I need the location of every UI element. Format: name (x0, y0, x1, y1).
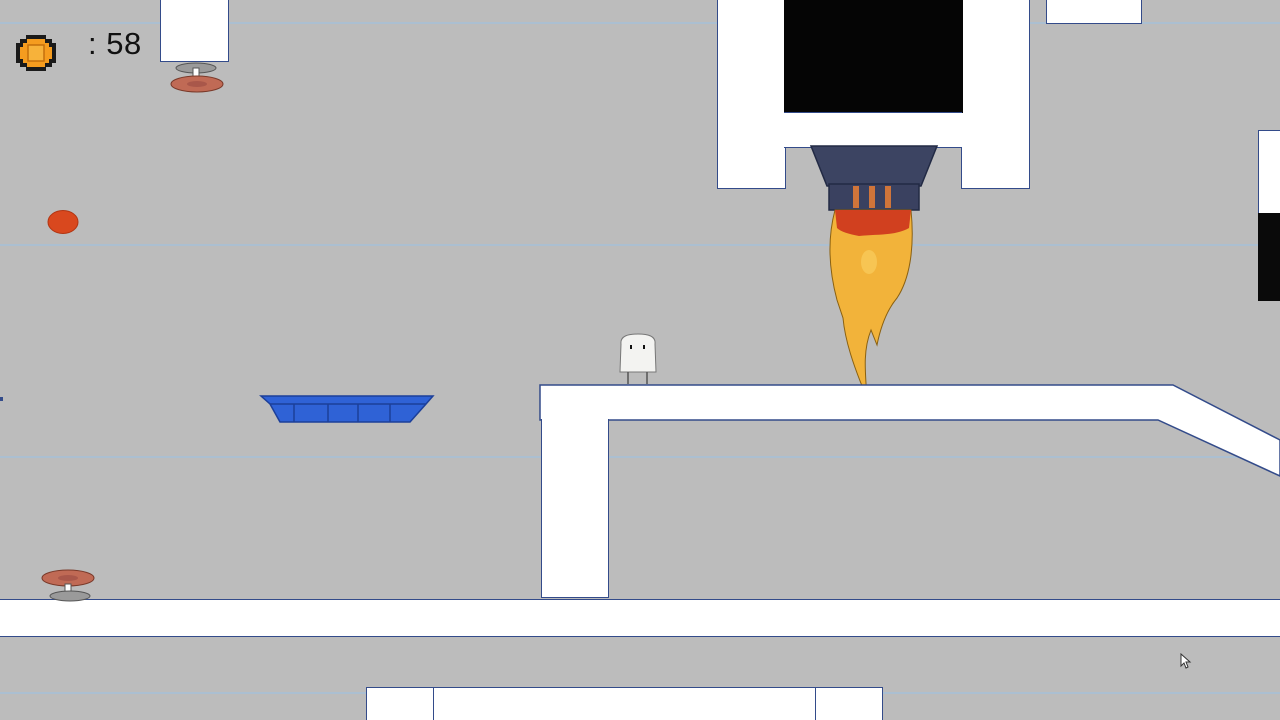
ceiling-block-right (1046, 0, 1142, 24)
support-pillar (541, 419, 609, 598)
mouse-pointer-icon (1180, 653, 1192, 669)
rocket-thruster-flame (809, 145, 939, 399)
ceiling-block (160, 0, 229, 62)
lower-block-middle (433, 687, 816, 720)
coin-icon (16, 35, 56, 71)
coin-counter: : 58 (88, 26, 142, 61)
tunnel-right-wall (961, 0, 1030, 189)
game-viewport[interactable]: : 58 (0, 0, 1280, 720)
guide-line (0, 244, 1280, 246)
marshmallow-character (619, 333, 657, 384)
lower-block-right (815, 687, 883, 720)
tunnel-left-wall (717, 0, 786, 189)
red-blob-pickup[interactable] (46, 208, 82, 236)
tunnel-opening (784, 0, 963, 113)
ledge-platform (539, 384, 1280, 477)
edge-dark-opening (1258, 213, 1280, 301)
lower-block-left (366, 687, 434, 720)
spring-pad-icon[interactable] (168, 60, 226, 96)
floor-platform (0, 599, 1280, 637)
edge-block (1258, 130, 1280, 214)
offscreen-marker (0, 397, 3, 401)
blue-moving-platform (259, 395, 435, 423)
spring-pad-icon[interactable] (40, 568, 98, 604)
